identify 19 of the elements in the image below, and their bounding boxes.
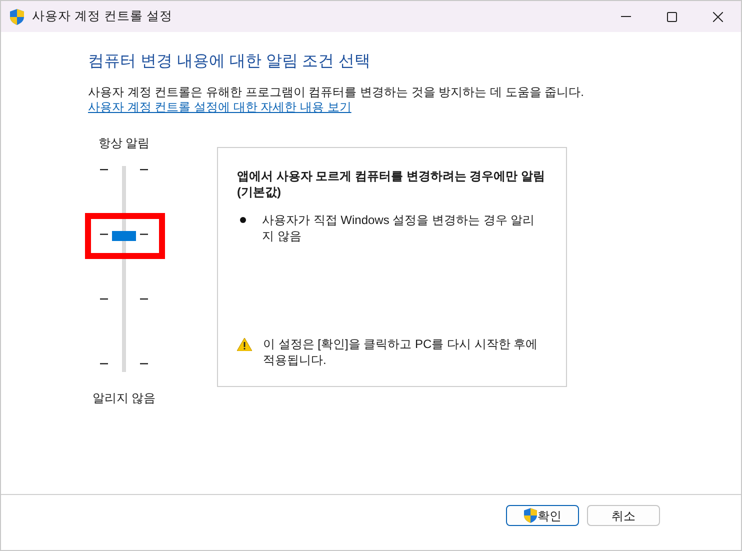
- minimize-icon: [621, 16, 631, 17]
- shield-icon: [10, 8, 24, 24]
- slider-thumb[interactable]: [112, 231, 136, 241]
- warning-text: 이 설정은 [확인]을 클릭하고 PC를 다시 시작한 후에 적용됩니다.: [263, 336, 539, 368]
- slider-bottom-label: 알리지 않음: [92, 390, 156, 406]
- page-heading: 컴퓨터 변경 내용에 대한 알림 조건 선택: [88, 52, 372, 72]
- cancel-button[interactable]: 취소: [587, 505, 660, 526]
- details-link[interactable]: 사용자 계정 컨트롤 설정에 대한 자세한 내용 보기: [88, 100, 352, 115]
- shield-icon: [524, 508, 536, 523]
- slider-top-label: 항상 알림: [98, 135, 150, 151]
- window-title: 사용자 계정 컨트롤 설정: [32, 8, 172, 26]
- bullet-icon: [240, 217, 246, 223]
- maximize-icon: [667, 12, 677, 22]
- bullet-text: 사용자가 직접 Windows 설정을 변경하는 경우 알리지 않음: [262, 212, 536, 244]
- info-title: 앱에서 사용자 모르게 컴퓨터를 변경하려는 경우에만 알림 (기본값): [237, 168, 546, 200]
- close-icon: [713, 12, 723, 22]
- description-text: 사용자 계정 컨트롤은 유해한 프로그램이 컴퓨터를 변경하는 것을 방지하는 데 도움을 줍니다.: [88, 85, 586, 100]
- warning-icon: [237, 338, 252, 351]
- ok-button[interactable]: 확인: [506, 505, 579, 526]
